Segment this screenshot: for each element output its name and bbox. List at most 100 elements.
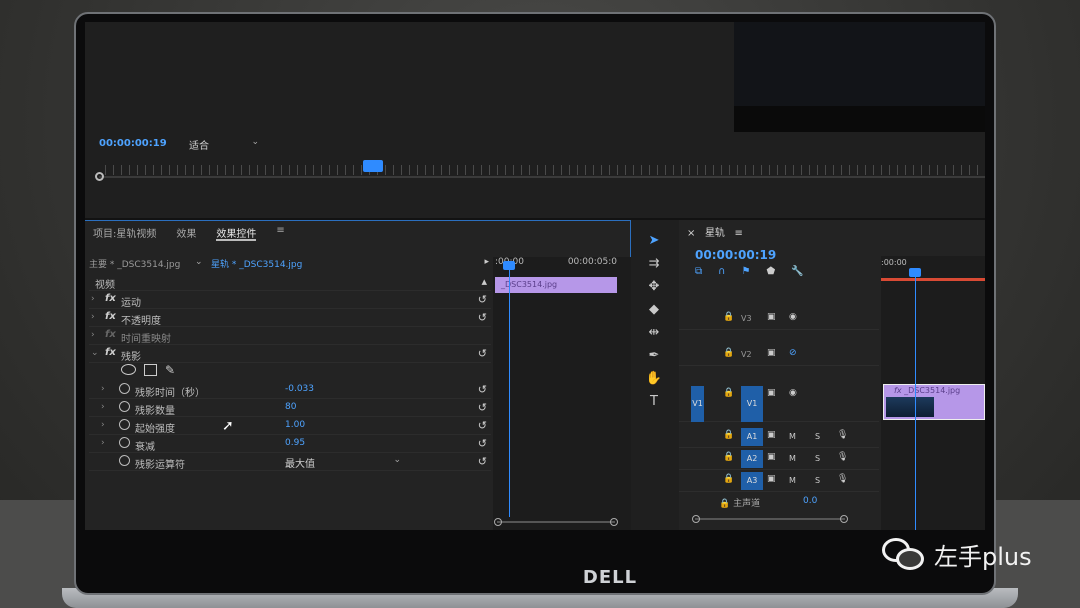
- hand-icon[interactable]: ✋: [645, 370, 663, 388]
- sync-icon[interactable]: ▣: [767, 430, 776, 440]
- audio-track-a2[interactable]: 🔒 A2 ▣ M S 🎙: [679, 448, 879, 470]
- video-track-v2[interactable]: 🔒 V2 ▣ ⊘: [679, 344, 879, 366]
- ellipse-mask-icon[interactable]: [121, 364, 136, 375]
- effect-row-motion[interactable]: › fx 运动 ↺: [89, 292, 491, 309]
- track-select-icon[interactable]: ⇉: [645, 255, 663, 273]
- disclosure-icon[interactable]: ›: [91, 294, 95, 304]
- fx-icon[interactable]: fx: [105, 347, 116, 358]
- effect-row-time-remap[interactable]: › fx 时间重映射: [89, 328, 491, 345]
- mic-icon[interactable]: 🎙: [837, 452, 848, 462]
- panel-menu-icon[interactable]: ≡: [276, 225, 284, 241]
- add-marker-icon[interactable]: ⬟: [766, 266, 775, 277]
- stopwatch-icon[interactable]: [119, 455, 130, 466]
- lock-icon[interactable]: 🔒: [723, 388, 734, 398]
- mini-scrollbar[interactable]: [494, 518, 618, 526]
- disclosure-icon[interactable]: ›: [101, 384, 105, 394]
- lock-icon[interactable]: 🔒: [723, 312, 734, 322]
- lock-icon[interactable]: 🔒: [723, 452, 734, 462]
- reset-icon[interactable]: ↺: [478, 401, 487, 414]
- nest-icon[interactable]: ⧉: [695, 266, 702, 277]
- play-triangle-icon[interactable]: ▸: [484, 257, 489, 267]
- param-value[interactable]: 80: [285, 402, 296, 412]
- param-value[interactable]: 0.95: [285, 438, 305, 448]
- camera-icon[interactable]: ▣: [767, 312, 776, 322]
- stopwatch-icon[interactable]: [119, 383, 130, 394]
- timeline-playhead[interactable]: [909, 268, 921, 277]
- reset-icon[interactable]: ↺: [478, 419, 487, 432]
- timeline-tracks-area[interactable]: :00:00 fx _DSC3514.jpg: [881, 256, 985, 530]
- audio-track-a3[interactable]: 🔒 A3 ▣ M S 🎙: [679, 470, 879, 492]
- program-scrollbar[interactable]: [99, 176, 985, 178]
- collapse-arrow-icon[interactable]: ▴: [481, 275, 487, 288]
- mic-icon[interactable]: 🎙: [837, 430, 848, 440]
- disclosure-icon[interactable]: ›: [101, 420, 105, 430]
- reset-icon[interactable]: ↺: [478, 383, 487, 396]
- param-value[interactable]: 1.00: [285, 420, 305, 430]
- track-name[interactable]: V1: [741, 386, 763, 422]
- disclosure-open-icon[interactable]: ⌄: [91, 348, 99, 358]
- rectangle-mask-icon[interactable]: [144, 364, 157, 376]
- disclosure-icon[interactable]: ›: [101, 402, 105, 412]
- mute-button[interactable]: M: [789, 454, 796, 463]
- snap-magnet-icon[interactable]: ∩: [718, 266, 725, 277]
- program-ruler[interactable]: [105, 165, 985, 175]
- camera-icon[interactable]: ▣: [767, 348, 776, 358]
- sync-icon[interactable]: ▣: [767, 474, 776, 484]
- source-patch[interactable]: V1: [691, 386, 704, 422]
- ripple-edit-icon[interactable]: ✥: [645, 278, 663, 296]
- type-icon[interactable]: T: [645, 393, 663, 411]
- lock-icon[interactable]: 🔒: [723, 348, 734, 358]
- program-timecode[interactable]: 00:00:00:19: [99, 138, 167, 149]
- track-name[interactable]: A1: [741, 428, 763, 446]
- stopwatch-icon[interactable]: [119, 437, 130, 448]
- timeline-scrollbar[interactable]: [692, 515, 848, 523]
- chevron-down-icon[interactable]: ⌄: [195, 257, 203, 267]
- disclosure-icon[interactable]: ›: [101, 438, 105, 448]
- panel-menu-icon[interactable]: ≡: [734, 228, 742, 239]
- mute-button[interactable]: M: [789, 476, 796, 485]
- operator-dropdown[interactable]: 最大值 ⌄: [285, 455, 403, 470]
- timeline-clip[interactable]: fx _DSC3514.jpg: [883, 384, 985, 420]
- reset-icon[interactable]: ↺: [478, 347, 487, 360]
- selection-arrow-icon[interactable]: ➤: [645, 232, 663, 250]
- master-volume-value[interactable]: 0.0: [803, 496, 817, 506]
- timeline-timecode[interactable]: 00:00:00:19: [695, 248, 776, 262]
- tab-effects[interactable]: 效果: [176, 225, 196, 241]
- lock-icon[interactable]: 🔒: [723, 474, 734, 484]
- eye-hidden-icon[interactable]: ⊘: [789, 348, 797, 358]
- tab-project[interactable]: 项目:星轨视频: [93, 225, 156, 241]
- pen-icon[interactable]: ✒: [645, 347, 663, 365]
- eye-icon[interactable]: ◉: [789, 312, 797, 322]
- settings-wrench-icon[interactable]: 🔧: [791, 266, 803, 277]
- program-playhead[interactable]: [363, 160, 383, 172]
- lock-icon[interactable]: 🔒: [723, 430, 734, 440]
- param-row[interactable]: 残影运算符 最大值 ⌄ ↺: [89, 454, 491, 471]
- camera-icon[interactable]: ▣: [767, 388, 776, 398]
- reset-icon[interactable]: ↺: [478, 311, 487, 324]
- tab-effect-controls[interactable]: 效果控件: [216, 225, 257, 241]
- video-track-v1[interactable]: V1 🔒 V1 ▣ ◉: [679, 384, 879, 422]
- track-name[interactable]: A2: [741, 450, 763, 468]
- reset-icon[interactable]: ↺: [478, 293, 487, 306]
- scroll-handle-left[interactable]: [95, 172, 104, 181]
- fx-icon[interactable]: fx: [105, 311, 116, 322]
- sync-icon[interactable]: ▣: [767, 452, 776, 462]
- solo-button[interactable]: S: [815, 454, 820, 463]
- mute-button[interactable]: M: [789, 432, 796, 441]
- param-row[interactable]: › 衰减 0.95 ↺: [89, 436, 491, 453]
- close-icon[interactable]: ×: [687, 228, 695, 239]
- track-name[interactable]: A3: [741, 472, 763, 490]
- effect-mini-timeline[interactable]: :00:00 00:00:05:0 _DSC3514.jpg: [493, 257, 631, 530]
- reset-icon[interactable]: ↺: [478, 437, 487, 450]
- effect-row-opacity[interactable]: › fx 不透明度 ↺: [89, 310, 491, 327]
- master-track[interactable]: 🔒 主声道 0.0: [719, 496, 817, 509]
- stopwatch-icon[interactable]: [119, 419, 130, 430]
- param-row[interactable]: › 残影数量 80 ↺: [89, 400, 491, 417]
- reset-icon[interactable]: ↺: [478, 455, 487, 468]
- mini-playhead[interactable]: [503, 261, 515, 270]
- mini-clip[interactable]: _DSC3514.jpg: [495, 277, 617, 293]
- solo-button[interactable]: S: [815, 432, 820, 441]
- param-row[interactable]: › 起始强度 1.00 ↺: [89, 418, 491, 435]
- razor-icon[interactable]: ◆: [645, 301, 663, 319]
- stopwatch-icon[interactable]: [119, 401, 130, 412]
